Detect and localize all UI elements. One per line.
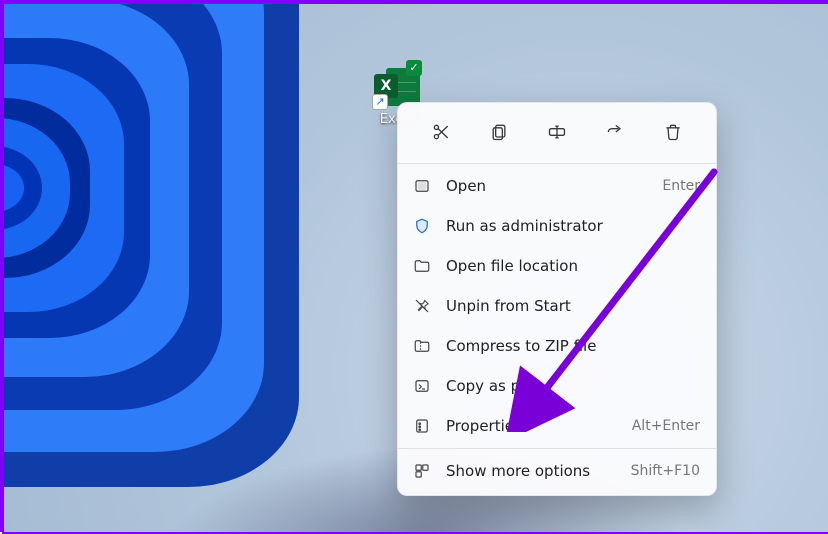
menu-item-label: Show more options <box>446 462 617 480</box>
menu-item-label: Unpin from Start <box>446 297 686 315</box>
folder-icon <box>412 256 432 276</box>
open-icon <box>412 176 432 196</box>
menu-item-open[interactable]: Open Enter <box>398 166 716 206</box>
delete-button[interactable] <box>653 117 693 151</box>
rename-button[interactable] <box>537 117 577 151</box>
zip-icon <box>412 336 432 356</box>
menu-item-unpin-start[interactable]: Unpin from Start <box>398 286 716 326</box>
menu-item-show-more[interactable]: Show more options Shift+F10 <box>398 451 716 491</box>
menu-item-copy-as-path[interactable]: Copy as path <box>398 366 716 406</box>
unpin-icon <box>412 296 432 316</box>
menu-item-open-location[interactable]: Open file location <box>398 246 716 286</box>
scissors-icon <box>431 122 451 146</box>
properties-icon <box>412 416 432 436</box>
menu-item-label: Open file location <box>446 257 686 275</box>
context-menu: Open Enter Run as administrator Open fil… <box>397 102 717 496</box>
menu-item-label: Run as administrator <box>446 217 686 235</box>
rename-icon <box>547 122 567 146</box>
menu-item-label: Copy as path <box>446 377 686 395</box>
more-options-icon <box>412 461 432 481</box>
menu-item-label: Properties <box>446 417 618 435</box>
share-button[interactable] <box>595 117 635 151</box>
menu-item-accel: Shift+F10 <box>631 463 700 479</box>
context-menu-action-row <box>398 109 716 161</box>
copy-icon <box>489 122 509 146</box>
context-menu-separator <box>398 163 716 164</box>
menu-item-run-as-admin[interactable]: Run as administrator <box>398 206 716 246</box>
cut-button[interactable] <box>421 117 461 151</box>
menu-item-label: Compress to ZIP file <box>446 337 686 355</box>
copy-button[interactable] <box>479 117 519 151</box>
menu-item-compress-zip[interactable]: Compress to ZIP file <box>398 326 716 366</box>
copy-path-icon <box>412 376 432 396</box>
menu-item-label: Open <box>446 177 648 195</box>
menu-item-properties[interactable]: Properties Alt+Enter <box>398 406 716 446</box>
trash-icon <box>663 122 683 146</box>
shortcut-arrow-badge: ↗ <box>372 94 388 110</box>
share-icon <box>605 122 625 146</box>
menu-item-accel: Enter <box>662 178 700 194</box>
context-menu-separator <box>398 448 716 449</box>
sync-check-badge: ✓ <box>406 60 422 76</box>
shield-icon <box>412 216 432 236</box>
menu-item-accel: Alt+Enter <box>632 418 700 434</box>
